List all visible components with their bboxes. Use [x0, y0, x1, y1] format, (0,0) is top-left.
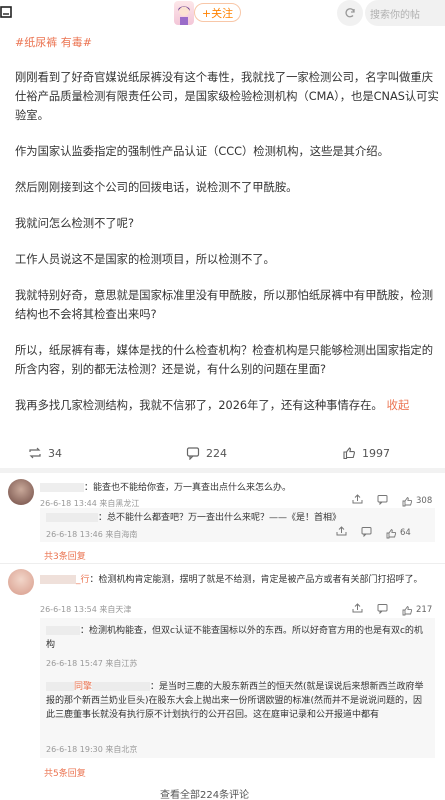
repost-icon — [29, 447, 41, 459]
search-input[interactable]: 搜索你的帖 — [365, 0, 445, 26]
post-paragraph: 所以，纸尿裤有毒，媒体是找的什么检查机构？检查机构是只能够检测出国家指定的所含内… — [15, 344, 433, 376]
thumbs-up-icon — [386, 528, 397, 538]
post-last-text: 我再多找几家检测结构，我就不信邪了，2026年了，还有这种事情存在。 — [15, 399, 383, 412]
comment-tools: 217 — [352, 603, 432, 617]
avatar[interactable] — [174, 1, 194, 25]
more-replies-link[interactable]: 共3条回复 — [44, 549, 86, 562]
collapse-link[interactable]: 收起 — [387, 399, 410, 412]
reply-like-button[interactable]: 64 — [386, 528, 411, 539]
comment-text: ：检测机构肯定能测，摆明了就是不给测，肯定是被产品方或者有关部门打招呼了。 — [89, 575, 423, 585]
post-paragraph: 然后刚刚接到这个公司的回拨电话，说检测不了甲酰胺。 — [15, 181, 298, 194]
comment-like-button[interactable]: 217 — [402, 605, 432, 616]
view-all-comments-link[interactable]: 查看全部224条评论 — [160, 786, 249, 800]
share-icon[interactable] — [336, 526, 347, 540]
commenter-name[interactable]: _行 — [40, 575, 90, 585]
post-paragraph: 工作人员说这不是国家的检测项目，所以检测不了。 — [15, 253, 275, 266]
reply-meta: 26-6-18 13:46 来自海南 — [46, 530, 138, 539]
comment-tools: 308 — [352, 494, 432, 508]
comment-button[interactable]: 224 — [186, 446, 227, 460]
comment-separator — [0, 563, 445, 564]
post-paragraph: 作为国家认监委指定的强制性产品认证（CCC）检测机构，这些是其介绍。 — [15, 145, 389, 158]
share-button[interactable] — [337, 0, 363, 26]
post-paragraph: 我就特别好奇，意思就是国家标准里没有甲酰胺，所以那怕纸尿裤中有甲酰胺，检测结构也… — [15, 289, 433, 321]
post-paragraph: 刚刚看到了好奇官媒说纸尿裤没有这个毒性，我就找了一家检测公司，名字叫做重庆仕裕产… — [15, 71, 439, 122]
repost-button[interactable]: 34 — [28, 446, 62, 460]
post-paragraph: 我就问怎么检测不了呢? — [15, 217, 134, 230]
comment-like-count: 308 — [416, 496, 433, 506]
replier-name[interactable] — [46, 513, 98, 522]
reply-icon[interactable] — [361, 526, 372, 540]
comment-meta: 26-6-18 13:54 来自天津 — [40, 605, 132, 614]
reply-meta: 26-6-18 19:30 来自北京 — [46, 745, 138, 754]
thumbs-up-icon — [343, 447, 356, 460]
reply-tools: 64 — [336, 526, 411, 540]
back-icon[interactable] — [0, 5, 14, 23]
reply-text: ：检测机构能查，但双c认证不能查国标以外的东西。所以好奇官方用的也是有双c的机构 — [46, 626, 423, 650]
repost-count: 34 — [48, 446, 62, 460]
comment-item: _行：检测机构肯定能测，摆明了就是不给测，肯定是被产品方或者有关部门打招呼了。 … — [0, 566, 445, 784]
comment-text: ：能查也不能给你查，万一真查出点什么来怎么办。 — [84, 483, 292, 493]
avatar[interactable] — [8, 479, 34, 505]
comment-like-count: 217 — [416, 605, 433, 615]
like-count: 1997 — [362, 446, 390, 460]
reply-icon[interactable] — [377, 494, 388, 508]
refresh-icon — [345, 8, 355, 18]
reply-box: ：总不能什么都查吧？万一查出什么来呢？——《是！首相》 26-6-18 13:4… — [40, 508, 435, 542]
comment-item: ：能查也不能给你查，万一真查出点什么来怎么办。 26-6-18 13:44 来自… — [0, 476, 445, 562]
thumbs-up-icon — [402, 605, 413, 615]
post-body: 刚刚看到了好奇官媒说纸尿裤没有这个毒性，我就找了一家检测公司，名字叫做重庆仕裕产… — [15, 68, 440, 432]
avatar[interactable] — [8, 569, 34, 595]
reply-text: ：总不能什么都查吧？万一查出什么来呢？——《是！首相》 — [98, 513, 342, 523]
share-icon[interactable] — [352, 494, 363, 508]
search-placeholder: 搜索你的帖 — [370, 9, 420, 21]
replier-name[interactable]: 同擎 — [46, 682, 92, 692]
hashtag-topic[interactable]: #纸尿裤 有毒# — [15, 34, 92, 50]
share-icon[interactable] — [352, 603, 363, 617]
replier-name-text: 同擎 — [74, 682, 93, 692]
thumbs-up-icon — [402, 496, 413, 506]
reply-meta: 26-6-18 15:47 来自江苏 — [46, 659, 138, 668]
reply-icon[interactable] — [377, 603, 388, 617]
post-actions: 34 224 1997 — [0, 442, 445, 468]
comment-like-button[interactable]: 308 — [402, 496, 432, 507]
section-divider — [0, 468, 445, 473]
more-replies-link[interactable]: 共5条回复 — [44, 766, 86, 779]
like-button[interactable]: 1997 — [342, 446, 390, 460]
replier-name[interactable] — [46, 626, 80, 635]
follow-button[interactable]: +关注 — [194, 3, 241, 22]
commenter-name[interactable] — [40, 483, 84, 492]
comment-count: 224 — [206, 446, 227, 460]
reply-box: ：检测机构能查，但双c认证不能查国标以外的东西。所以好奇官方用的也是有双c的机构… — [40, 618, 435, 758]
top-bar: +关注 搜索你的帖 — [0, 0, 445, 30]
reply-like-count: 64 — [400, 528, 411, 538]
post-paragraph-last: 我再多找几家检测结构，我就不信邪了，2026年了，还有这种事情存在。 收起 — [15, 396, 440, 415]
comment-icon — [186, 447, 200, 460]
follow-label: +关注 — [201, 6, 234, 20]
commenter-name-suffix: _行 — [76, 575, 90, 585]
